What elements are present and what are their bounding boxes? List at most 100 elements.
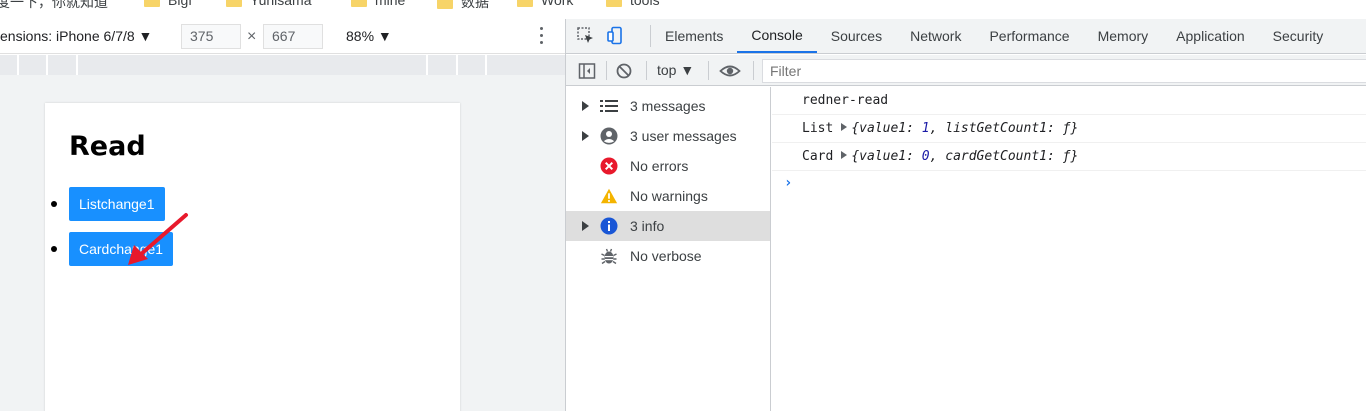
- tab-sources[interactable]: Sources: [817, 19, 896, 53]
- log-message[interactable]: List {value1: 1, listGetCount1: ƒ}: [772, 115, 1366, 143]
- bullet: [51, 246, 57, 252]
- device-select[interactable]: ensions: iPhone 6/7/8 ▼: [0, 28, 152, 44]
- dimension-separator: ×: [247, 28, 257, 45]
- sidebar-item-messages[interactable]: 3 messages: [566, 91, 770, 121]
- expand-object-icon[interactable]: [841, 123, 848, 131]
- bookmark-label: mine: [375, 0, 406, 8]
- divider: [753, 61, 754, 80]
- info-icon: [600, 217, 618, 235]
- ruler-segment[interactable]: [17, 55, 19, 75]
- object-text: , cardGetCount1: ƒ}: [929, 149, 1079, 164]
- object-number: 1: [921, 121, 930, 136]
- ruler-segment[interactable]: [76, 55, 78, 75]
- object-number: 0: [921, 149, 930, 164]
- divider: [646, 61, 647, 80]
- folder-icon: [517, 0, 533, 7]
- sidebar-item-label: 3 messages: [630, 98, 706, 114]
- bookmark-folder[interactable]: mine: [351, 0, 405, 8]
- folder-icon: [226, 0, 242, 7]
- ruler-segment[interactable]: [426, 55, 428, 75]
- tab-network[interactable]: Network: [896, 19, 975, 53]
- bookmark-item[interactable]: 度一下，你就知道: [0, 0, 108, 12]
- context-select[interactable]: top ▼: [657, 62, 694, 78]
- inspect-element-icon[interactable]: [576, 26, 596, 46]
- screen: 度一下，你就知道 Bigf Yunisama mine 数据 Work tool…: [0, 0, 1366, 411]
- sidebar-item-label: 3 user messages: [630, 128, 737, 144]
- sidebar-item-label: 3 info: [630, 218, 665, 234]
- list-icon: [600, 97, 618, 115]
- bookmark-label: Bigf: [168, 0, 193, 8]
- folder-icon: [144, 0, 160, 7]
- console-toolbar: top ▼: [566, 55, 1366, 86]
- tab-application[interactable]: Application: [1162, 19, 1259, 53]
- annotation-arrow-icon: [128, 213, 188, 265]
- media-query-ruler: [0, 55, 565, 75]
- zoom-select[interactable]: 88% ▼: [346, 28, 392, 44]
- devtools-tabbar: Elements Console Sources Network Perform…: [566, 19, 1366, 54]
- device-viewport: Read Listchange1 Cardchange1: [0, 75, 565, 411]
- divider: [708, 61, 709, 80]
- width-input[interactable]: 375: [181, 24, 241, 49]
- log-object[interactable]: {value1: 0, cardGetCount1: ƒ}: [851, 149, 1078, 164]
- clear-console-icon[interactable]: [615, 62, 633, 80]
- warning-icon: [600, 187, 618, 205]
- console-prompt-icon[interactable]: ›: [784, 175, 792, 191]
- object-text: {value1:: [851, 121, 922, 136]
- devtools-panel: Elements Console Sources Network Perform…: [565, 19, 1366, 411]
- ruler-segment[interactable]: [46, 55, 48, 75]
- sidebar-item-user-messages[interactable]: 3 user messages: [566, 121, 770, 151]
- bookmark-label: tools: [630, 0, 660, 8]
- console-sidebar: 3 messages 3 user messages No errors No …: [566, 87, 771, 411]
- bookmarks-bar: 度一下，你就知道 Bigf Yunisama mine 数据 Work tool…: [0, 0, 1366, 18]
- height-input[interactable]: 667: [263, 24, 323, 49]
- object-text: {value1:: [851, 149, 922, 164]
- log-prefix: Card: [802, 149, 834, 164]
- page-heading: Read: [69, 131, 146, 162]
- ruler-segment[interactable]: [456, 55, 458, 75]
- device-toolbar: ensions: iPhone 6/7/8 ▼ 375 × 667 88% ▼: [0, 19, 565, 54]
- expand-triangle-icon[interactable]: [582, 101, 589, 111]
- sidebar-item-verbose[interactable]: No verbose: [566, 241, 770, 271]
- sidebar-item-warnings[interactable]: No warnings: [566, 181, 770, 211]
- sidebar-item-label: No warnings: [630, 188, 708, 204]
- emulated-page: Read Listchange1 Cardchange1: [45, 103, 460, 411]
- bullet: [51, 201, 57, 207]
- log-message[interactable]: redner-read: [772, 87, 1366, 115]
- more-options-icon[interactable]: [540, 27, 544, 45]
- log-text: redner-read: [802, 93, 889, 108]
- expand-object-icon[interactable]: [841, 151, 848, 159]
- filter-input[interactable]: [762, 59, 1366, 83]
- sidebar-toggle-icon[interactable]: [578, 62, 596, 80]
- bookmark-label: 度一下，你就知道: [0, 0, 108, 10]
- bug-icon: [600, 247, 618, 265]
- log-message[interactable]: Card {value1: 0, cardGetCount1: ƒ}: [772, 143, 1366, 171]
- tab-elements[interactable]: Elements: [651, 19, 737, 53]
- ruler-segment[interactable]: [485, 55, 487, 75]
- expand-triangle-icon[interactable]: [582, 221, 589, 231]
- console-log: redner-read List {value1: 1, listGetCount…: [772, 87, 1366, 411]
- sidebar-item-info[interactable]: 3 info: [566, 211, 770, 241]
- sidebar-item-label: No verbose: [630, 248, 702, 264]
- bookmark-label: Work: [541, 0, 574, 8]
- folder-icon: [437, 0, 453, 9]
- bookmark-folder[interactable]: 数据: [437, 0, 489, 12]
- tab-icons: [566, 25, 651, 47]
- log-prefix: List: [802, 121, 834, 136]
- tab-security[interactable]: Security: [1259, 19, 1338, 53]
- log-object[interactable]: {value1: 1, listGetCount1: ƒ}: [851, 121, 1078, 136]
- tab-performance[interactable]: Performance: [975, 19, 1083, 53]
- bookmark-label: 数据: [461, 0, 489, 10]
- live-expression-eye-icon[interactable]: [719, 62, 741, 80]
- tab-memory[interactable]: Memory: [1084, 19, 1163, 53]
- device-toolbar-icon[interactable]: [606, 26, 626, 46]
- user-icon: [600, 127, 618, 145]
- bookmark-folder[interactable]: Work: [517, 0, 573, 8]
- divider: [606, 61, 607, 80]
- error-icon: [600, 157, 618, 175]
- bookmark-folder[interactable]: tools: [606, 0, 660, 8]
- bookmark-folder[interactable]: Yunisama: [226, 0, 311, 8]
- tab-console[interactable]: Console: [737, 19, 817, 53]
- bookmark-folder[interactable]: Bigf: [144, 0, 192, 8]
- expand-triangle-icon[interactable]: [582, 131, 589, 141]
- sidebar-item-errors[interactable]: No errors: [566, 151, 770, 181]
